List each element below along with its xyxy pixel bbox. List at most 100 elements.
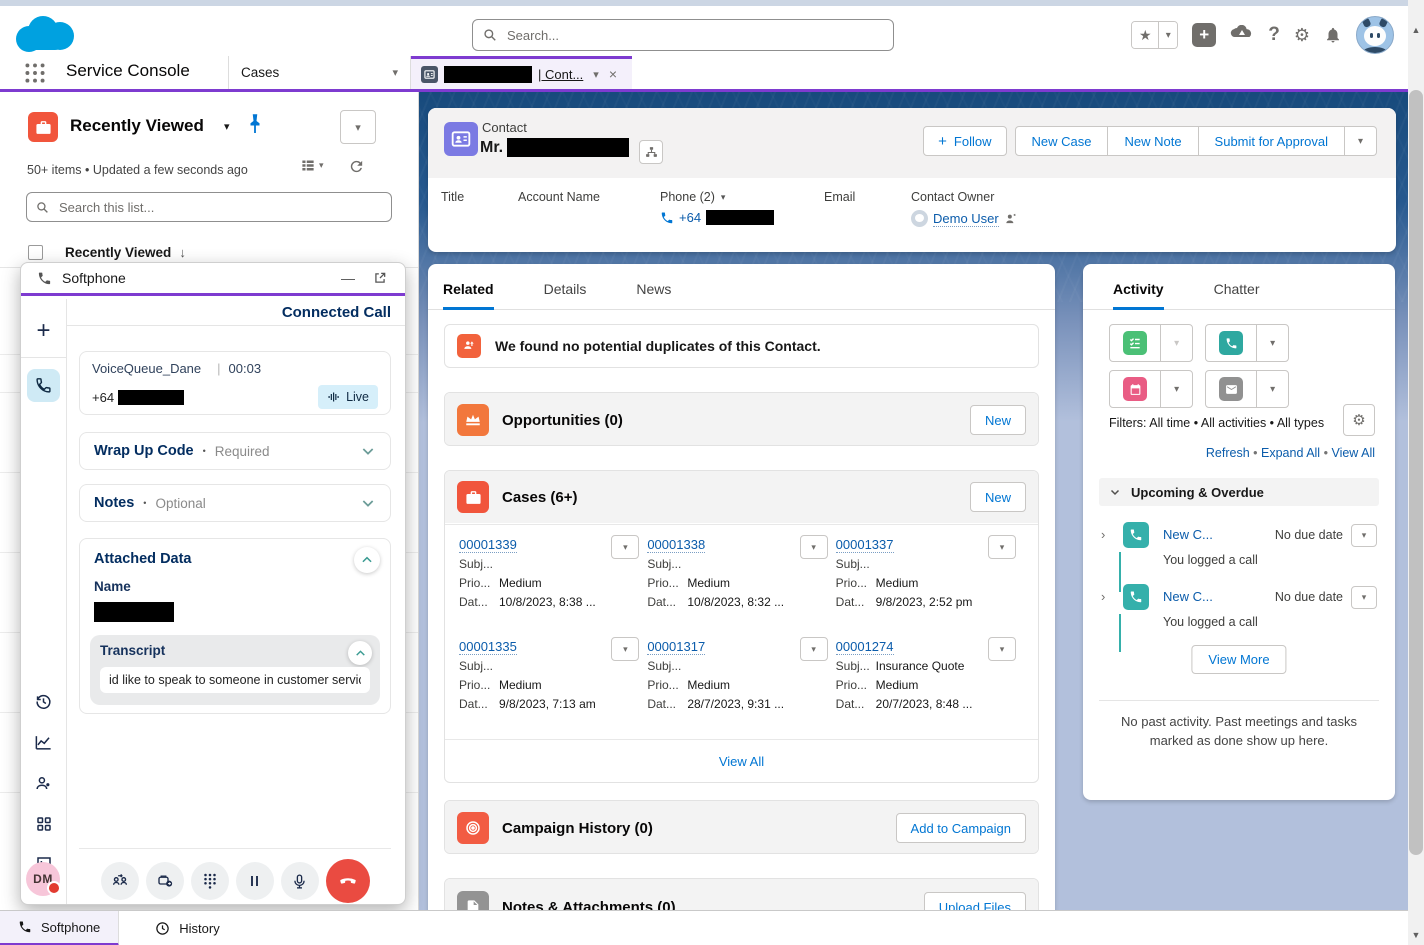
salesforce-logo[interactable]	[16, 14, 76, 54]
agents-button[interactable]	[21, 774, 66, 793]
select-all-checkbox[interactable]	[28, 245, 43, 260]
list-search-input[interactable]	[57, 199, 382, 216]
tab-news[interactable]: News	[636, 281, 695, 309]
tab-actions-chevron-icon[interactable]: ▾	[392, 66, 398, 79]
view-all-link[interactable]: View All	[1331, 446, 1375, 460]
wrap-up-code-accordion[interactable]: Wrap Up Code • Required	[79, 432, 391, 470]
switch-device-button[interactable]	[146, 862, 184, 900]
hold-call-button[interactable]	[236, 862, 274, 900]
case-subject-link[interactable]: Insurance Quote	[876, 659, 965, 673]
new-task-button[interactable]	[1110, 325, 1160, 361]
tab-actions-chevron-icon[interactable]: ▾	[593, 68, 599, 81]
user-avatar[interactable]	[1356, 16, 1394, 54]
favorites-menu-button[interactable]: ▾	[1158, 22, 1177, 48]
utility-softphone[interactable]: Softphone	[0, 911, 119, 945]
related-list-title[interactable]: Opportunities (0)	[502, 412, 623, 429]
global-search-box[interactable]	[472, 19, 894, 51]
new-case-button[interactable]: New	[970, 482, 1026, 512]
activity-item-link[interactable]: New C...	[1163, 589, 1213, 604]
help-button[interactable]: ?	[1268, 24, 1280, 46]
performance-button[interactable]	[21, 733, 66, 752]
new-note-button[interactable]: New Note	[1108, 126, 1198, 156]
owner-link[interactable]: Demo User	[933, 211, 999, 227]
active-call-tab[interactable]	[27, 369, 60, 402]
case-row-menu-button[interactable]: ▾	[800, 535, 828, 559]
tab-chatter[interactable]: Chatter	[1214, 281, 1284, 309]
scroll-up-icon[interactable]: ▲	[1408, 22, 1424, 38]
activity-filters-button[interactable]: ⚙	[1343, 404, 1375, 436]
notes-accordion[interactable]: Notes • Optional	[79, 484, 391, 522]
view-all-link[interactable]: View All	[719, 754, 764, 769]
case-row-menu-button[interactable]: ▾	[988, 535, 1016, 559]
log-a-call-button[interactable]	[1206, 325, 1256, 361]
email-menu-button[interactable]: ▾	[1256, 371, 1288, 407]
scroll-down-icon[interactable]: ▼	[1408, 927, 1424, 943]
page-scrollbar[interactable]: ▲ ▼	[1408, 0, 1424, 945]
favorite-star-button[interactable]: ★	[1132, 22, 1158, 48]
phone-number-link[interactable]: +64	[679, 210, 701, 225]
case-number-link[interactable]: 00001339	[459, 537, 517, 553]
scrollbar-thumb[interactable]	[1409, 90, 1423, 855]
view-more-button[interactable]: View More	[1191, 645, 1286, 674]
agent-avatar[interactable]: DM	[26, 862, 60, 896]
call-history-button[interactable]	[21, 692, 66, 711]
activity-item-menu-button[interactable]: ▾	[1351, 524, 1377, 547]
refresh-link[interactable]: Refresh	[1206, 446, 1250, 460]
workspace-tab-contact-active[interactable]: | Cont... ▾ ×	[411, 56, 632, 89]
new-event-button[interactable]	[1110, 371, 1160, 407]
app-name[interactable]: Service Console	[66, 61, 190, 81]
change-owner-icon[interactable]	[1004, 212, 1018, 226]
case-number-link[interactable]: 00001317	[647, 639, 705, 655]
new-case-button[interactable]: New Case	[1015, 126, 1109, 156]
softphone-header[interactable]: Softphone —	[21, 263, 405, 296]
column-header-label[interactable]: Recently Viewed	[65, 245, 171, 260]
more-actions-button[interactable]: ▾	[1345, 126, 1377, 156]
new-call-button[interactable]: +	[21, 317, 66, 345]
list-view-controls-button[interactable]: ▾	[340, 110, 376, 144]
log-call-menu-button[interactable]: ▾	[1256, 325, 1288, 361]
case-number-link[interactable]: 00001338	[647, 537, 705, 553]
pin-list-button[interactable]	[246, 112, 264, 136]
collapse-transcript-button[interactable]	[348, 641, 372, 665]
notifications-button[interactable]	[1324, 26, 1342, 44]
expand-item-chevron-icon[interactable]: ›	[1101, 589, 1105, 604]
email-button[interactable]	[1206, 371, 1256, 407]
follow-button[interactable]: + Follow	[923, 126, 1006, 156]
transcript-input[interactable]	[100, 667, 370, 693]
case-number-link[interactable]: 00001337	[836, 537, 894, 553]
case-number-link[interactable]: 00001335	[459, 639, 517, 655]
case-row-menu-button[interactable]: ▾	[611, 535, 639, 559]
minimize-button[interactable]: —	[335, 270, 361, 286]
view-org-chart-button[interactable]	[639, 140, 663, 164]
global-search-input[interactable]	[505, 27, 883, 44]
list-search-box[interactable]	[26, 192, 392, 222]
launcher-button[interactable]	[21, 815, 66, 833]
chevron-down-icon[interactable]: ▾	[721, 192, 726, 203]
tab-activity[interactable]: Activity	[1113, 281, 1188, 309]
workspace-tab-cases[interactable]: Cases ▾	[229, 56, 410, 89]
global-new-button[interactable]: +	[1192, 23, 1216, 47]
tab-related[interactable]: Related	[443, 281, 518, 309]
related-list-title[interactable]: Campaign History (0)	[502, 820, 653, 837]
trailhead-button[interactable]	[1230, 25, 1254, 45]
new-event-menu-button[interactable]: ▾	[1160, 371, 1192, 407]
utility-history[interactable]: History	[137, 911, 237, 945]
close-tab-icon[interactable]: ×	[609, 66, 617, 82]
case-number-link[interactable]: 00001274	[836, 639, 894, 655]
expand-all-link[interactable]: Expand All	[1261, 446, 1320, 460]
expand-item-chevron-icon[interactable]: ›	[1101, 527, 1105, 542]
submit-for-approval-button[interactable]: Submit for Approval	[1199, 126, 1345, 156]
display-as-button[interactable]: ▾	[300, 158, 324, 173]
dialpad-button[interactable]	[191, 862, 229, 900]
refresh-list-button[interactable]	[348, 158, 365, 175]
setup-button[interactable]: ⚙	[1294, 25, 1310, 46]
case-row-menu-button[interactable]: ▾	[611, 637, 639, 661]
new-opportunity-button[interactable]: New	[970, 405, 1026, 435]
add-to-campaign-button[interactable]: Add to Campaign	[896, 813, 1026, 843]
popout-button[interactable]	[371, 271, 389, 285]
case-row-menu-button[interactable]: ▾	[800, 637, 828, 661]
list-view-selector-chevron-icon[interactable]: ▾	[224, 120, 230, 133]
case-row-menu-button[interactable]: ▾	[988, 637, 1016, 661]
transfer-call-button[interactable]	[101, 862, 139, 900]
activity-item-menu-button[interactable]: ▾	[1351, 586, 1377, 609]
